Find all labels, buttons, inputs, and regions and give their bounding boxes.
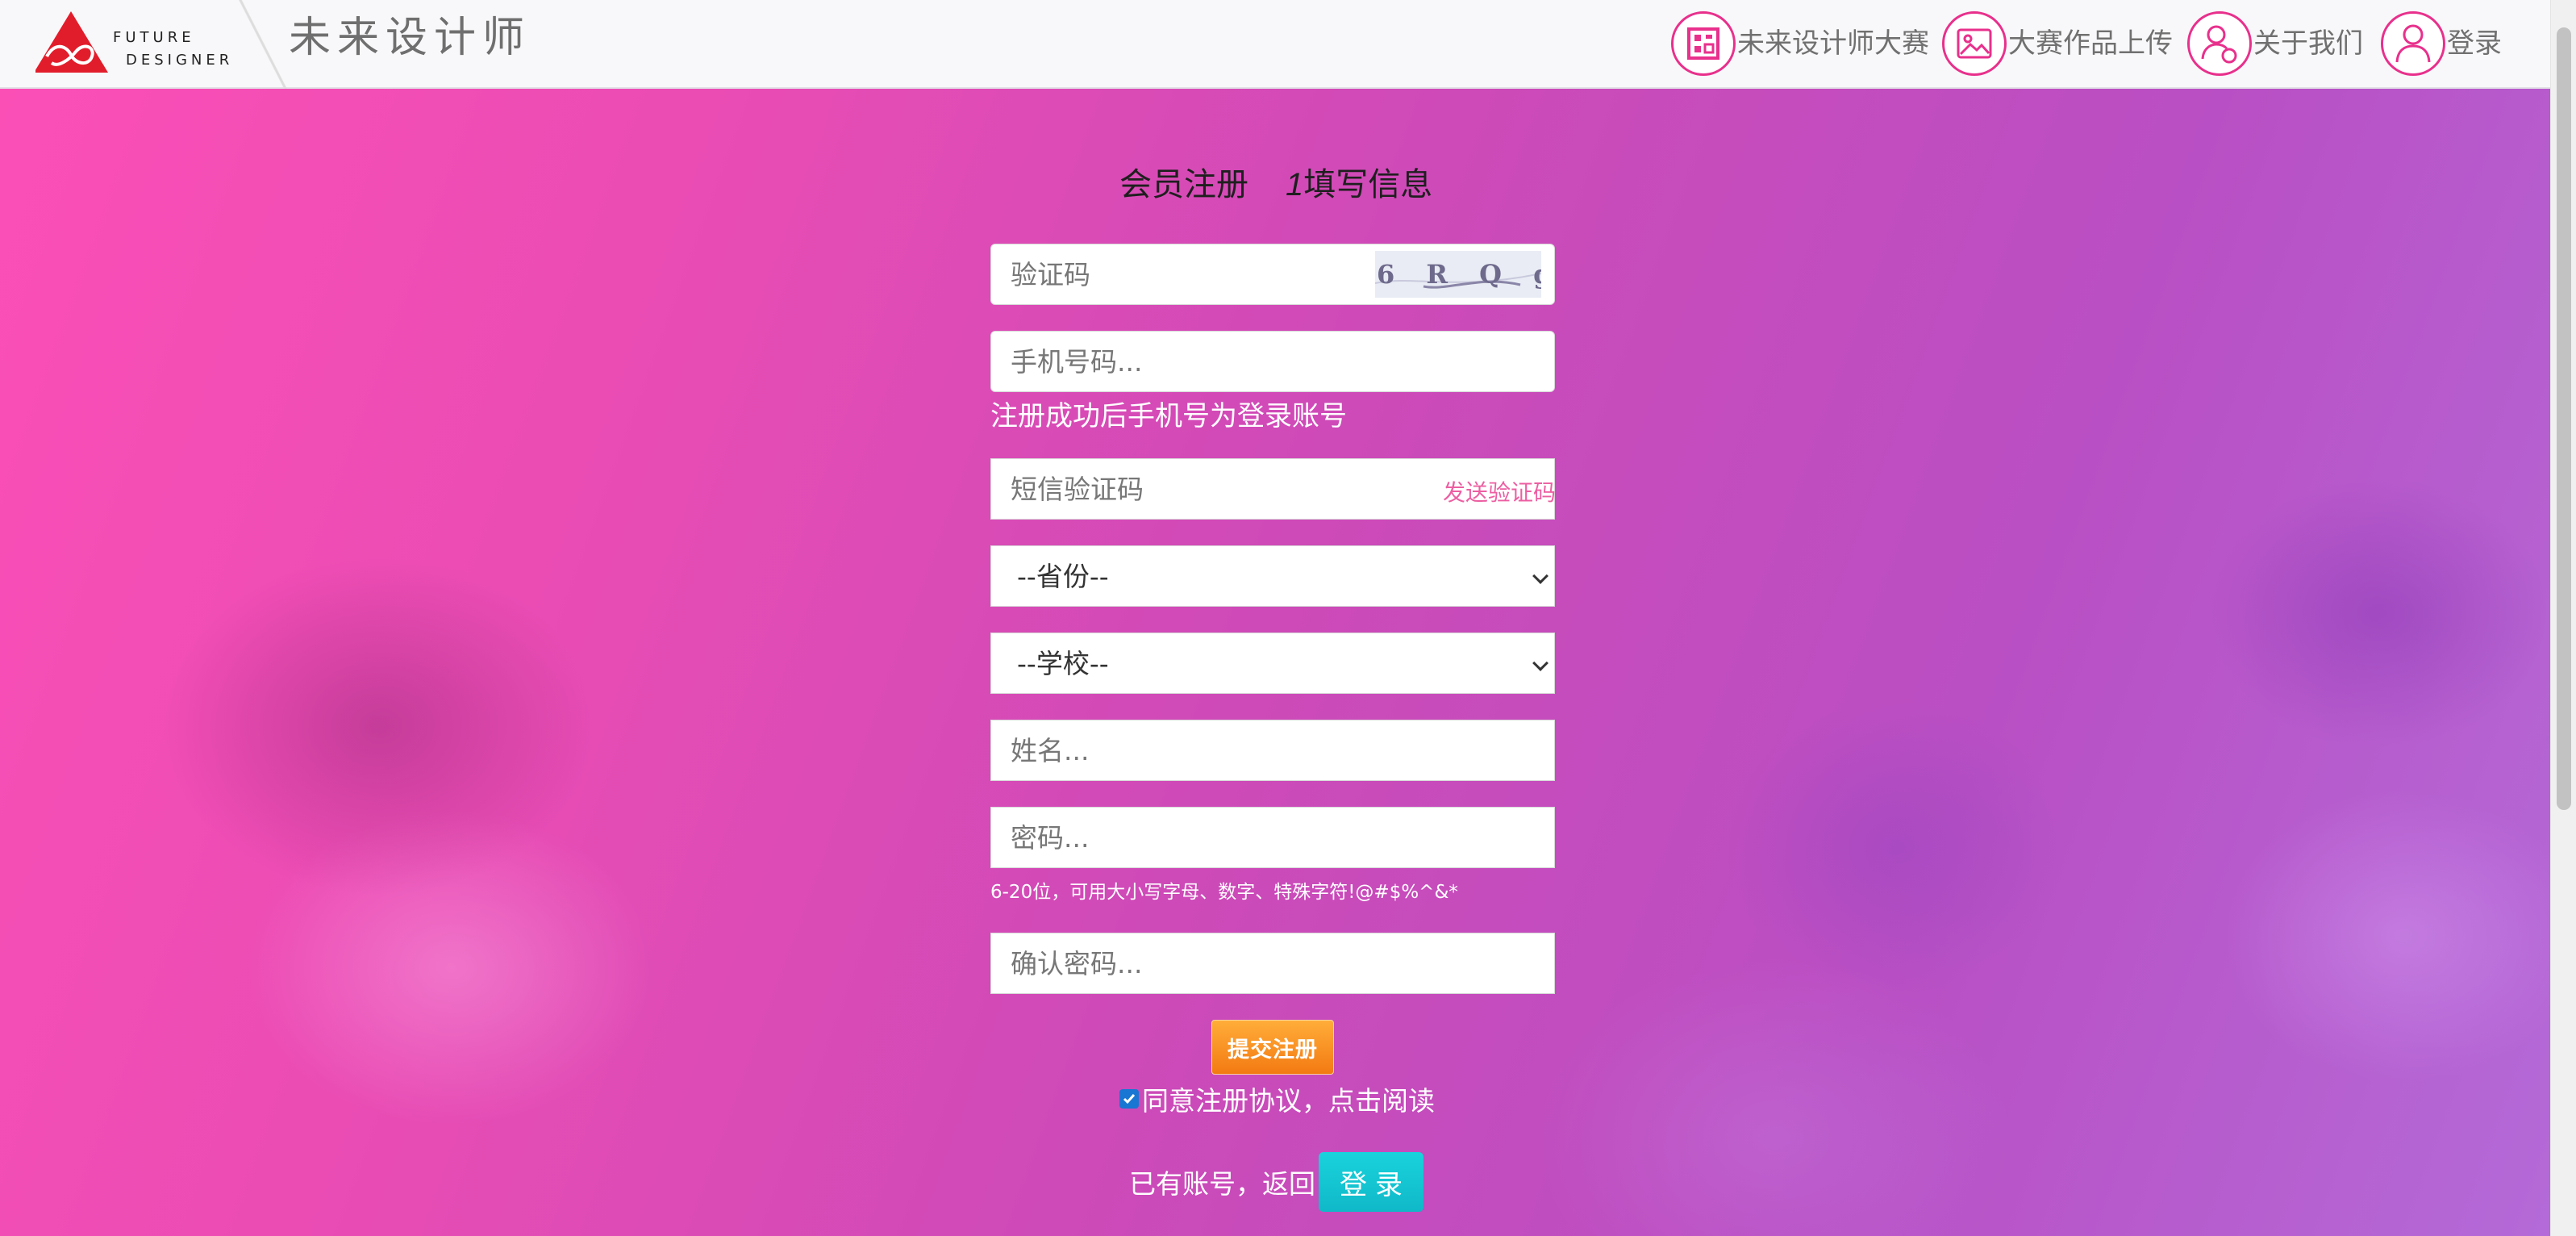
user-icon: [2381, 11, 2445, 76]
qr-code-icon: [1671, 11, 1736, 76]
captcha-field: 6 R Q g: [990, 244, 1555, 305]
logo-text-designer: DESIGNER: [126, 52, 233, 69]
sms-field: 发送验证码: [990, 458, 1556, 520]
form-title: 会员注册 1填写信息: [1119, 158, 1458, 205]
captcha-text: 6 R Q g: [1377, 259, 1541, 290]
phone-field: [990, 331, 1555, 392]
nav-item-upload[interactable]: 大赛作品上传: [1942, 10, 2173, 77]
form-title-main: 会员注册: [1119, 166, 1248, 203]
phone-hint: 注册成功后手机号为登录账号: [990, 400, 1347, 432]
nav-item-about[interactable]: 关于我们: [2187, 10, 2363, 77]
site-title[interactable]: 未来设计师: [289, 10, 531, 66]
captcha-image[interactable]: 6 R Q g: [1375, 251, 1541, 298]
vertical-scrollbar[interactable]: [2550, 0, 2576, 1236]
confirm-password-field: [990, 933, 1555, 994]
phone-input[interactable]: [991, 332, 1554, 391]
school-field: --学校--: [990, 633, 1555, 694]
nav-item-contest[interactable]: 未来设计师大赛: [1671, 10, 1929, 77]
top-navbar: FUTURE DESIGNER 未来设计师 未来设计师大赛 大赛作品上传 关于我…: [0, 0, 2550, 89]
users-icon: [2187, 11, 2252, 76]
name-field: [990, 720, 1555, 781]
login-button[interactable]: 登录: [1319, 1152, 1423, 1212]
image-icon: [1942, 11, 2007, 76]
send-code-button[interactable]: 发送验证码: [1443, 475, 1556, 507]
form-step-text: 填写信息: [1303, 166, 1433, 203]
logo-text-future: FUTURE: [113, 29, 195, 46]
password-hint: 6-20位，可用大小写字母、数字、特殊字符!@#$%^&*: [990, 882, 1458, 903]
province-select[interactable]: --省份--: [991, 546, 1554, 606]
name-input[interactable]: [991, 720, 1554, 780]
password-input[interactable]: [991, 808, 1554, 867]
confirm-password-input[interactable]: [991, 933, 1554, 993]
nav-label-about: 关于我们: [2253, 27, 2363, 60]
nav-label-login: 登录: [2447, 27, 2502, 60]
province-field: --省份--: [990, 545, 1555, 607]
logo-divider: [239, 0, 287, 89]
school-select[interactable]: --学校--: [991, 633, 1554, 693]
agreement-row: 同意注册协议，点击阅读: [1119, 1079, 1435, 1118]
nav-item-login[interactable]: 登录: [2381, 10, 2502, 77]
submit-register-button[interactable]: 提交注册: [1211, 1020, 1334, 1075]
agree-checkbox[interactable]: [1119, 1089, 1139, 1109]
agreement-link[interactable]: 同意注册协议，点击阅读: [1142, 1079, 1435, 1118]
nav-label-contest: 未来设计师大赛: [1737, 27, 1929, 60]
nav-label-upload: 大赛作品上传: [2008, 27, 2173, 60]
back-to-login-row: 已有账号，返回 登录: [1129, 1152, 1423, 1212]
check-icon: [1123, 1094, 1136, 1104]
password-field: [990, 807, 1555, 868]
form-step-number: 1: [1286, 167, 1304, 203]
future-designer-logo[interactable]: FUTURE DESIGNER: [35, 10, 245, 77]
scrollbar-thumb[interactable]: [2557, 27, 2571, 810]
back-to-login-text: 已有账号，返回: [1129, 1168, 1315, 1200]
